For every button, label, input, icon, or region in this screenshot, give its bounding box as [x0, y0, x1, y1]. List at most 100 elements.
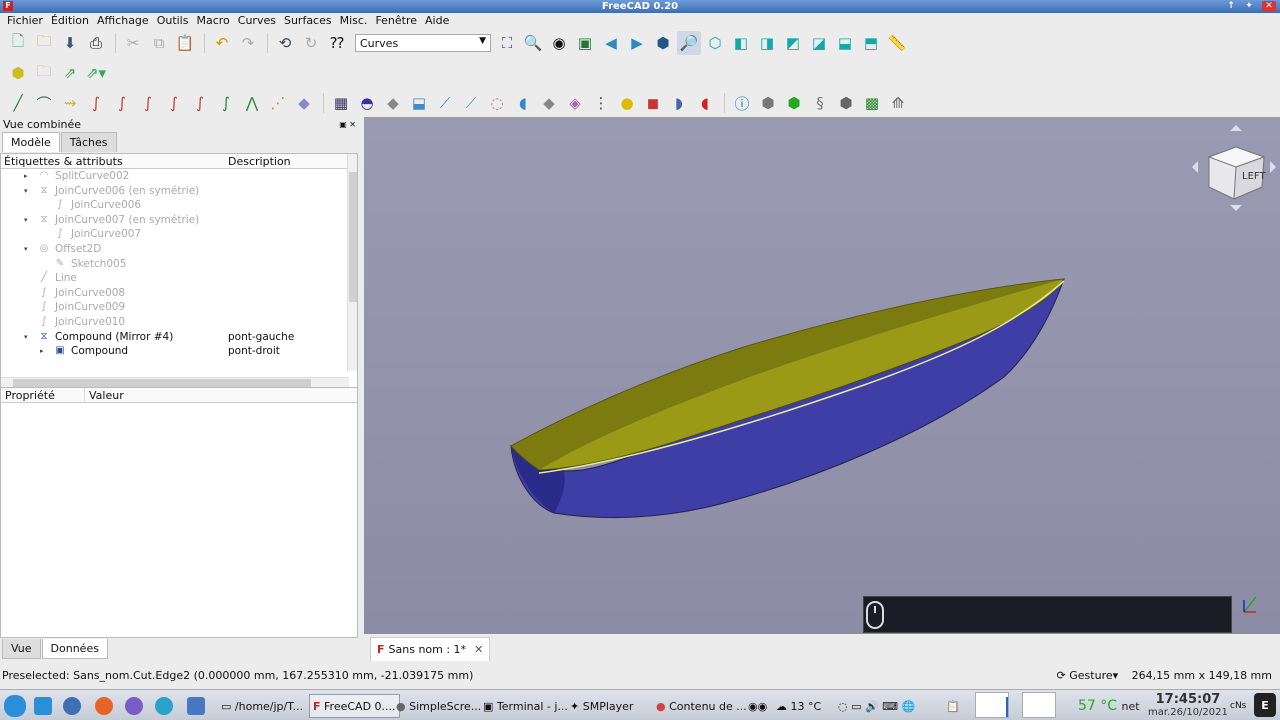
stairs-icon[interactable]: ⟰	[886, 91, 910, 115]
menu-edition[interactable]: Édition	[47, 13, 93, 29]
tree-vertical-scrollbar[interactable]	[347, 154, 357, 371]
surface-tool-13-icon[interactable]: ◗	[667, 91, 691, 115]
comb-icon[interactable]: ⋰	[266, 91, 290, 115]
workbench-selector[interactable]: Curves ▼	[355, 34, 491, 52]
navigation-cube[interactable]: LEFT	[1192, 125, 1276, 211]
expand-arrow-icon[interactable]: ▾	[24, 184, 32, 199]
task-freecad[interactable]: F FreeCAD 0....	[309, 694, 400, 718]
maximize-button[interactable]: ✦	[1242, 1, 1256, 12]
surface-tool-5-icon[interactable]: ⟋	[433, 91, 457, 115]
dock-buttons[interactable]: ▣ ✕	[339, 117, 356, 132]
tree-item[interactable]: ∫ JoinCurve009	[1, 300, 357, 315]
paste-icon[interactable]: 📋	[173, 31, 197, 55]
tree-item[interactable]: ▾ ⧖ JoinCurve007 (en symétrie)	[1, 213, 357, 228]
cube-red-icon[interactable]: ⬢	[834, 91, 858, 115]
print-icon[interactable]: ⎙	[84, 31, 108, 55]
scrollbar-thumb[interactable]	[13, 379, 311, 387]
curve-tool-1-icon[interactable]: ∫	[84, 91, 108, 115]
tab-modele[interactable]: Modèle	[2, 132, 60, 152]
tree-item[interactable]: ▾ ⧖ JoinCurve006 (en symétrie)	[1, 184, 357, 199]
tab-taches[interactable]: Tâches	[60, 132, 117, 152]
close-button[interactable]: ✕	[1262, 1, 1276, 12]
arc-icon[interactable]: ⌒	[32, 91, 56, 115]
surface-tool-3-icon[interactable]: ◆	[381, 91, 405, 115]
launcher-thunderbird[interactable]	[63, 694, 85, 718]
menu-surfaces[interactable]: Surfaces	[280, 13, 336, 29]
bounding-box-icon[interactable]: ▣	[573, 31, 597, 55]
task-files[interactable]: ▭ /home/jp/T...	[221, 694, 303, 718]
scrollbar-thumb[interactable]	[349, 172, 357, 302]
open-folder-icon[interactable]: 🗀	[32, 31, 56, 55]
launcher-files[interactable]	[187, 694, 209, 718]
expand-arrow-icon[interactable]: ▸	[24, 169, 32, 184]
task-simplescreenrecorder[interactable]: ● SimpleScre...	[396, 694, 481, 718]
fit-selection-icon[interactable]: 🔍	[521, 31, 545, 55]
curve-tool-5-icon[interactable]: ∫	[188, 91, 212, 115]
clipboard-applet[interactable]: 📋	[946, 694, 960, 718]
surface-tool-14-icon[interactable]: ◖	[693, 91, 717, 115]
link-icon[interactable]: ⇗	[58, 61, 82, 85]
surface-tool-10-icon[interactable]: ◈	[563, 91, 587, 115]
tree-item[interactable]: ▸ ◠ SplitCurve002	[1, 169, 357, 184]
session-icon[interactable]: E	[1254, 693, 1276, 717]
part-icon[interactable]: ⬢	[6, 61, 30, 85]
zoom-icon[interactable]: 🔎	[677, 31, 701, 55]
refresh-icon[interactable]: ⟲	[273, 31, 297, 55]
surface-tool-11-icon[interactable]: ⋮	[589, 91, 613, 115]
surface-tool-6-icon[interactable]: ⟋	[459, 91, 483, 115]
curve-tool-6-icon[interactable]: ∫	[214, 91, 238, 115]
surface-tool-2-icon[interactable]: ◓	[355, 91, 379, 115]
tree-item[interactable]: ∫ JoinCurve008	[1, 286, 357, 301]
tab-vue[interactable]: Vue	[2, 639, 41, 659]
surface-tool-8-icon[interactable]: ◖	[511, 91, 535, 115]
tree-item[interactable]: ∫ JoinCurve006	[1, 198, 357, 213]
surface-tool-7-icon[interactable]: ◌	[485, 91, 509, 115]
group-icon[interactable]: 🗀	[32, 61, 56, 85]
launcher-firefox[interactable]	[95, 694, 117, 718]
tree-item[interactable]: ∫ JoinCurve010	[1, 315, 357, 330]
launcher-app[interactable]	[125, 694, 147, 718]
fit-all-icon[interactable]: ⛶	[495, 31, 519, 55]
tree-item[interactable]: ▾ ◎ Offset2D	[1, 242, 357, 257]
3d-scene[interactable]: LEFT	[364, 117, 1280, 634]
task-smplayer[interactable]: ✦ SMPlayer	[570, 694, 633, 718]
tree-header-description[interactable]: Description	[225, 154, 345, 168]
surface-tool-4-icon[interactable]: ⬓	[407, 91, 431, 115]
task-terminal[interactable]: ▣ Terminal - j...	[483, 694, 568, 718]
measure-icon[interactable]: 📏	[885, 31, 909, 55]
3d-viewport[interactable]: LEFT	[364, 117, 1280, 634]
expand-arrow-icon[interactable]: ▸	[40, 344, 48, 359]
new-file-icon[interactable]: 🗋	[6, 31, 30, 55]
tree-horizontal-scrollbar[interactable]	[1, 377, 349, 387]
whats-this-icon[interactable]: ⁇	[325, 31, 349, 55]
clock[interactable]: 17:45:07 mar.26/10/2021	[1148, 690, 1228, 720]
tree-item[interactable]: ✎ Sketch005	[1, 257, 357, 272]
undo-icon[interactable]: ↶	[210, 31, 234, 55]
tab-donnees[interactable]: Données	[41, 639, 108, 659]
expand-arrow-icon[interactable]: ▾	[24, 213, 32, 228]
view-front-icon[interactable]: ◧	[729, 31, 753, 55]
info-icon[interactable]: ⓘ	[730, 91, 754, 115]
curve-tool-4-icon[interactable]: ∫	[162, 91, 186, 115]
tray-icons[interactable]: ◌ ▭ 🔊 ⌨ 🌐	[838, 700, 915, 713]
sphere-icon[interactable]: ●	[615, 91, 639, 115]
link-actions-icon[interactable]: ⇗▾	[84, 61, 108, 85]
menu-outils[interactable]: Outils	[153, 13, 193, 29]
copy-icon[interactable]: ⧉	[147, 31, 171, 55]
save-icon[interactable]: ⬇	[58, 31, 82, 55]
tree-item[interactable]: ∫ JoinCurve007	[1, 227, 357, 242]
surface-tool-1-icon[interactable]: ▦	[329, 91, 353, 115]
tree-item[interactable]: ▸ ▣ Compound pont-droit	[1, 344, 357, 359]
view-rear-icon[interactable]: ◪	[807, 31, 831, 55]
tree-item[interactable]: ▾ ⧖ Compound (Mirror #4) pont-gauche	[1, 330, 357, 345]
line-icon[interactable]: ╱	[6, 91, 30, 115]
menu-macro[interactable]: Macro	[192, 13, 233, 29]
task-browser[interactable]: ● Contenu de ...	[656, 694, 747, 718]
tree-item[interactable]: ╱ Line	[1, 271, 357, 286]
launcher-app-2[interactable]	[155, 694, 177, 718]
menu-fichier[interactable]: Fichier	[3, 13, 47, 29]
cube-gray-icon[interactable]: ⬢	[756, 91, 780, 115]
property-header-name[interactable]: Propriété	[1, 388, 85, 402]
view-bottom-icon[interactable]: ⬓	[833, 31, 857, 55]
view-top-icon[interactable]: ◨	[755, 31, 779, 55]
